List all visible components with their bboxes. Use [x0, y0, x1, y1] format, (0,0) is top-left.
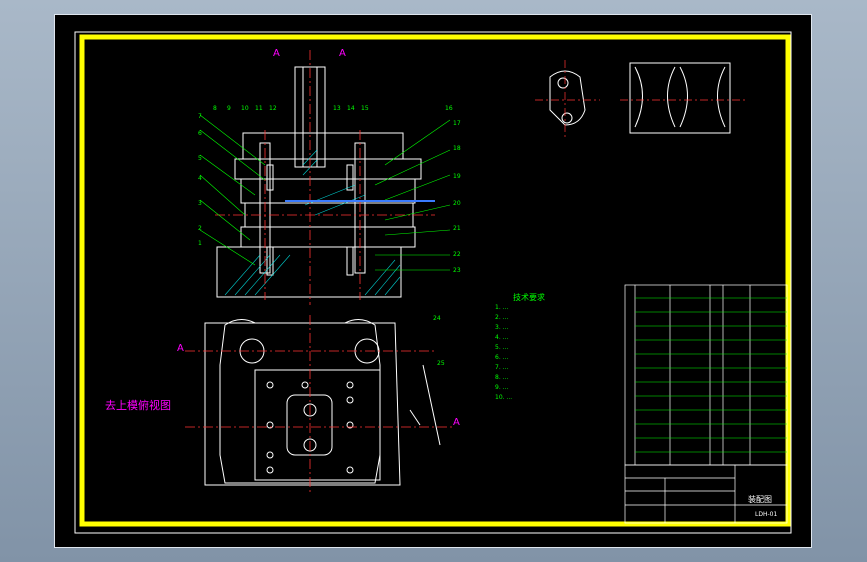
- callout-number: 6: [198, 130, 202, 137]
- border-frame: [79, 34, 791, 527]
- callout-number: 4: [198, 175, 202, 182]
- cad-viewport[interactable]: A A A A 去上模俯视图 技术要求 1. ... 2. ... 3. ... 4.…: [54, 14, 812, 548]
- tech-requirement-line: 1. ...: [495, 304, 509, 311]
- callout-number: 25: [437, 360, 445, 367]
- tech-requirement-line: 6. ...: [495, 354, 509, 361]
- section-hatching: [224, 149, 401, 296]
- section-mark-top-right: A: [339, 48, 346, 59]
- tech-requirements: 技术要求 1. ... 2. ... 3. ... 4. ... 5. ... 6. ..…: [495, 293, 615, 403]
- tech-requirement-line: 5. ...: [495, 344, 509, 351]
- callout-number: 2: [198, 225, 202, 232]
- callout-number: 21: [453, 225, 461, 232]
- drawing-number: LDH-01: [755, 511, 778, 518]
- tech-requirement-line: 10. ...: [495, 394, 513, 401]
- callout-number: 3: [198, 200, 202, 207]
- callout-number: 23: [453, 267, 461, 274]
- callout-number: 11: [255, 105, 263, 112]
- callout-number: 18: [453, 145, 461, 152]
- callout-number: 1: [198, 240, 202, 247]
- tech-requirements-title: 技术要求: [513, 293, 545, 302]
- callout-number: 14: [347, 105, 355, 112]
- callout-number: 10: [241, 105, 249, 112]
- tech-requirement-line: 3. ...: [495, 324, 509, 331]
- callout-number: 12: [269, 105, 277, 112]
- tech-requirement-line: 4. ...: [495, 334, 509, 341]
- callout-number: 5: [198, 155, 202, 162]
- callout-number: 13: [333, 105, 341, 112]
- tech-requirement-line: 2. ...: [495, 314, 509, 321]
- callout-number: 20: [453, 200, 461, 207]
- tech-requirement-line: 8. ...: [495, 374, 509, 381]
- section-mark-top-left: A: [273, 48, 280, 59]
- tech-requirement-line: 9. ...: [495, 384, 509, 391]
- callout-number: 15: [361, 105, 369, 112]
- callout-number: 17: [453, 120, 461, 127]
- part-centerlines: [535, 60, 745, 140]
- section-view: [216, 66, 422, 298]
- callout-number: 16: [445, 105, 453, 112]
- tech-requirements-lines: 1. ... 2. ... 3. ... 4. ... 5. ... 6. ... 7. .…: [495, 303, 615, 403]
- tech-requirement-line: 7. ...: [495, 364, 509, 371]
- part-detail: [549, 62, 731, 134]
- parts-list-rows: [635, 297, 787, 453]
- assembly-drawing: [74, 31, 792, 534]
- callout-number: 8: [213, 105, 217, 112]
- plan-centerlines: [185, 315, 455, 493]
- plan-view: [204, 319, 441, 486]
- callout-number: 7: [198, 113, 202, 120]
- view-title: 去上模俯视图: [105, 399, 171, 412]
- section-mark-mid-left: A: [177, 343, 184, 354]
- callout-number: 9: [227, 105, 231, 112]
- callout-number: 22: [453, 251, 461, 258]
- outer-frame: [74, 31, 792, 534]
- callout-number: 19: [453, 173, 461, 180]
- section-mark-mid-right: A: [453, 417, 460, 428]
- callout-number: 24: [433, 315, 441, 322]
- drawing-name: 装配图: [748, 495, 772, 504]
